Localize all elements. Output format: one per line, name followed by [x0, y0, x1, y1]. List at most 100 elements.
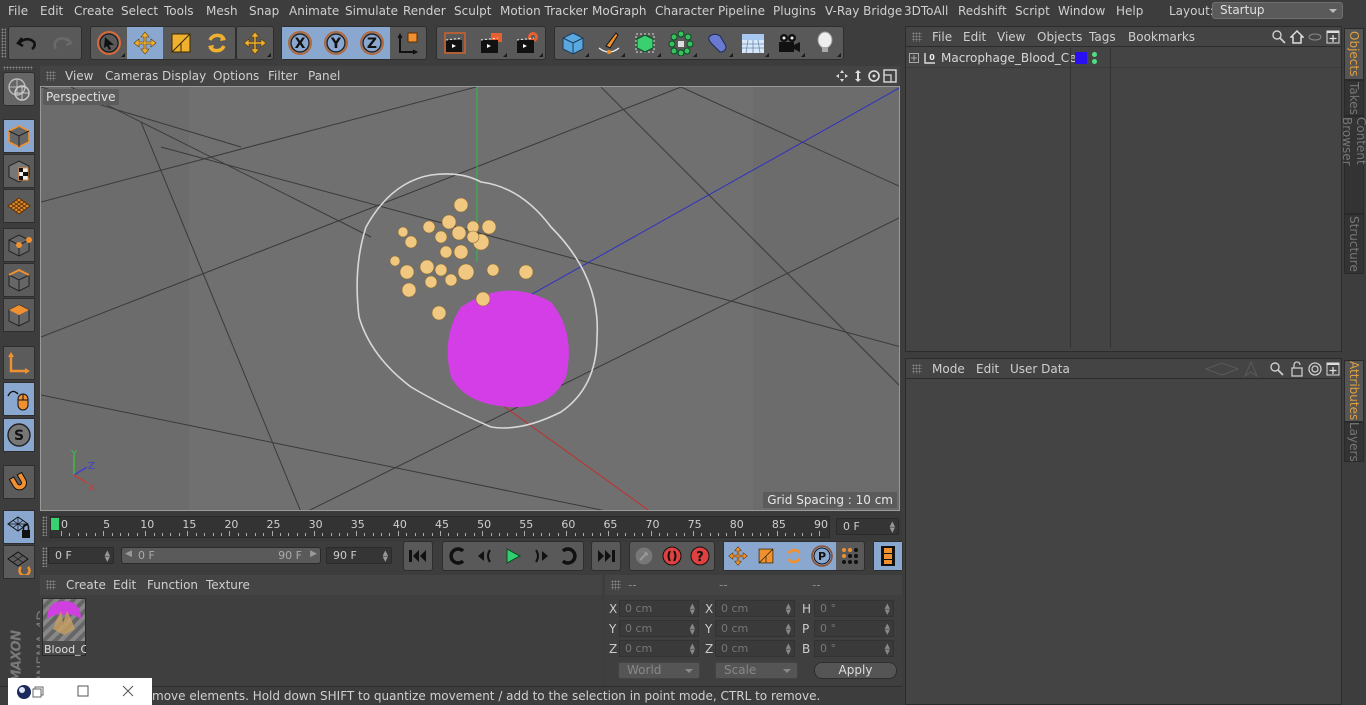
- objects-menu-view[interactable]: View: [997, 30, 1025, 44]
- attributes-menu-edit[interactable]: Edit: [976, 362, 999, 376]
- apply-button[interactable]: Apply: [814, 662, 897, 679]
- left-toolbar-grip[interactable]: [3, 66, 33, 70]
- rotate-button[interactable]: [199, 27, 235, 59]
- tweak-mode-button[interactable]: [3, 382, 35, 416]
- menu-create[interactable]: Create: [74, 4, 114, 18]
- pos-x-field[interactable]: 0 cm ▲ ▼: [619, 600, 699, 617]
- recent-move-button[interactable]: [237, 27, 273, 59]
- timeline-window-button[interactable]: [874, 542, 902, 570]
- menu-animate[interactable]: Animate: [289, 4, 339, 18]
- material-menu-edit[interactable]: Edit: [113, 578, 136, 592]
- material-grip[interactable]: [46, 580, 56, 590]
- material-item[interactable]: Blood_C: [42, 598, 86, 656]
- coordinate-space-dropdown[interactable]: World: [618, 662, 700, 679]
- pan-view-icon[interactable]: [835, 69, 849, 83]
- snap-button[interactable]: [3, 465, 35, 499]
- menu-simulate[interactable]: Simulate: [345, 4, 398, 18]
- y-axis-button[interactable]: Y: [318, 27, 354, 59]
- viewport-menu-options[interactable]: Options: [213, 69, 259, 83]
- object-manager-grip[interactable]: [912, 32, 922, 42]
- objects-menu-tags[interactable]: Tags: [1089, 30, 1116, 44]
- camera-button[interactable]: [771, 27, 807, 59]
- x-axis-button[interactable]: X: [282, 27, 318, 59]
- minimized-window-bar[interactable]: [8, 678, 152, 705]
- toggle-view-icon[interactable]: [883, 69, 897, 83]
- go-to-start-button[interactable]: [404, 542, 432, 570]
- undo-button[interactable]: [9, 27, 45, 59]
- menu-character[interactable]: Character: [655, 4, 714, 18]
- new-panel-icon[interactable]: [1326, 30, 1340, 44]
- viewport-menu-display[interactable]: Display: [162, 69, 206, 83]
- tab-structure[interactable]: Structure: [1344, 214, 1364, 274]
- menu-help[interactable]: Help: [1116, 4, 1143, 18]
- unlock-icon[interactable]: [1290, 361, 1304, 377]
- viewport-menu-filter[interactable]: Filter: [268, 69, 298, 83]
- layout-dropdown[interactable]: Startup: [1212, 2, 1343, 19]
- start-frame-field[interactable]: 0 F ▲ ▼: [48, 547, 114, 564]
- rotate-view-icon[interactable]: [867, 69, 881, 83]
- keyframe-selection-button[interactable]: ?: [686, 542, 714, 570]
- tab-objects[interactable]: Objects: [1344, 28, 1364, 80]
- rot-p-field[interactable]: 0 ° ▲ ▼: [814, 620, 894, 637]
- render-visibility-dot[interactable]: [1092, 59, 1097, 64]
- rotation-key-button[interactable]: [780, 542, 808, 570]
- attributes-menu-user-data[interactable]: User Data: [1010, 362, 1070, 376]
- render-picture-viewer-button[interactable]: [473, 27, 509, 59]
- scale-button[interactable]: [163, 27, 199, 59]
- deformer-button[interactable]: [699, 27, 735, 59]
- coordinates-grip[interactable]: [611, 580, 621, 590]
- end-frame-field[interactable]: 90 F ▲ ▼: [326, 547, 392, 564]
- menu-render[interactable]: Render: [403, 4, 446, 18]
- material-menu-function[interactable]: Function: [147, 578, 198, 592]
- scale-key-button[interactable]: [752, 542, 780, 570]
- timeline-ruler[interactable]: 0 5 10 15 20 25 30 35 40 45 50 55 60 65 70 75 80 85 90: [50, 516, 830, 538]
- material-menu-create[interactable]: Create: [66, 578, 106, 592]
- layer-color-swatch[interactable]: [1075, 52, 1087, 64]
- size-x-field[interactable]: 0 cm ▲ ▼: [715, 600, 795, 617]
- menu-motion-tracker[interactable]: Motion Tracker: [500, 4, 588, 18]
- attribute-manager-grip[interactable]: [912, 364, 922, 374]
- parameter-key-button[interactable]: P: [808, 542, 836, 570]
- rot-b-field[interactable]: 0 ° ▲ ▼: [814, 640, 894, 657]
- tab-content-browser[interactable]: Content Browser: [1340, 116, 1366, 214]
- editor-visibility-dot[interactable]: [1092, 52, 1097, 57]
- render-settings-button[interactable]: [509, 27, 545, 59]
- previous-key-button[interactable]: [443, 542, 471, 570]
- tab-attributes[interactable]: Attributes: [1344, 360, 1364, 422]
- menu-snap[interactable]: Snap: [249, 4, 279, 18]
- rot-h-field[interactable]: 0 ° ▲ ▼: [814, 600, 894, 617]
- toolbar-grip[interactable]: [1, 28, 6, 58]
- menu-redshift[interactable]: Redshift: [958, 4, 1007, 18]
- maximize-icon[interactable]: [77, 685, 89, 697]
- restore-icon[interactable]: [32, 686, 44, 698]
- menu-window[interactable]: Window: [1058, 4, 1105, 18]
- model-mode-button[interactable]: [3, 119, 35, 153]
- pos-z-field[interactable]: 0 cm ▲ ▼: [619, 640, 699, 657]
- range-left-arrow-icon[interactable]: ◀: [125, 549, 132, 559]
- axis-mode-button[interactable]: [3, 346, 35, 380]
- next-frame-button[interactable]: [527, 542, 555, 570]
- record-keys-button[interactable]: [630, 542, 658, 570]
- target-icon[interactable]: [1308, 362, 1322, 376]
- workplane-button[interactable]: [3, 189, 35, 223]
- pos-y-field[interactable]: 0 cm ▲ ▼: [619, 620, 699, 637]
- current-frame-field[interactable]: 0 F ▲ ▼: [836, 518, 899, 535]
- move-button[interactable]: [127, 27, 163, 59]
- object-name[interactable]: Macrophage_Blood_Cell: [941, 51, 1083, 65]
- go-to-end-button[interactable]: [592, 542, 620, 570]
- search-icon[interactable]: [1272, 30, 1286, 44]
- previous-frame-button[interactable]: [471, 542, 499, 570]
- make-editable-button[interactable]: [3, 72, 35, 106]
- menu-3dtoall[interactable]: 3DToAll: [904, 4, 948, 18]
- link-icon[interactable]: [1308, 30, 1322, 44]
- objects-menu-objects[interactable]: Objects: [1037, 30, 1082, 44]
- solo-button[interactable]: S: [3, 418, 35, 452]
- polygons-mode-button[interactable]: [3, 298, 35, 332]
- viewport-perspective[interactable]: Perspective Y Z X Grid Spacing : 10 cm: [40, 86, 900, 511]
- objects-menu-file[interactable]: File: [932, 30, 952, 44]
- zoom-view-icon[interactable]: [851, 69, 865, 83]
- viewport-menu-cameras[interactable]: Cameras: [105, 69, 158, 83]
- floor-button[interactable]: [735, 27, 771, 59]
- render-view-button[interactable]: [437, 27, 473, 59]
- locked-workplane-button[interactable]: [3, 510, 35, 544]
